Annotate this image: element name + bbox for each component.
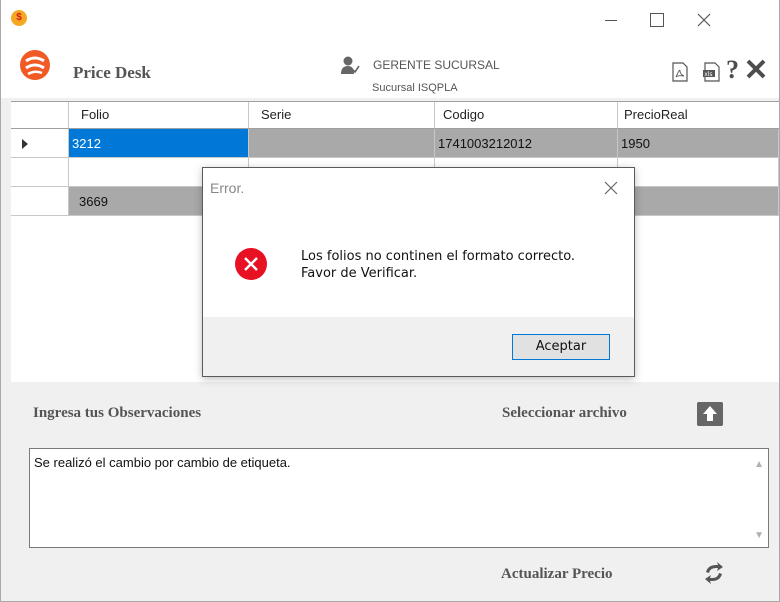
error-icon xyxy=(235,248,267,280)
observations-label: Ingresa tus Observaciones xyxy=(33,405,202,421)
maximize-button[interactable] xyxy=(634,0,680,38)
refresh-icon[interactable] xyxy=(702,561,726,585)
grid-header: Folio Serie Codigo PrecioReal xyxy=(11,102,779,129)
cell-precio-real[interactable]: 00 xyxy=(618,158,779,187)
row-header-corner xyxy=(11,102,69,128)
upload-icon[interactable] xyxy=(697,402,723,426)
cell-serie[interactable] xyxy=(249,129,435,158)
dialog-footer: Aceptar xyxy=(203,317,634,376)
dialog-close-icon[interactable] xyxy=(603,180,619,196)
column-header-folio[interactable]: Folio xyxy=(69,102,249,128)
dialog-message-line1: Los folios no continen el formato correc… xyxy=(301,249,576,264)
title-bar: $ xyxy=(1,0,779,38)
scroll-up-icon[interactable]: ▲ xyxy=(754,459,764,470)
minimize-icon xyxy=(605,19,617,21)
update-price-label[interactable]: Actualizar Precio xyxy=(501,566,613,583)
current-row-icon xyxy=(22,139,28,149)
dialog-message-line2: Favor de Verificar. xyxy=(301,266,418,281)
cell-folio[interactable]: 3212 xyxy=(69,129,249,158)
excel-icon[interactable]: xls xyxy=(702,62,720,82)
svg-text:xls: xls xyxy=(704,71,712,78)
table-row[interactable]: 3212 1741003212012 1950 xyxy=(11,129,779,158)
exit-icon[interactable] xyxy=(746,59,766,79)
window-close-button[interactable] xyxy=(681,0,727,38)
user-icon xyxy=(341,56,360,74)
row-selector[interactable] xyxy=(11,129,69,158)
column-header-serie[interactable]: Serie xyxy=(249,102,435,128)
help-icon[interactable]: ? xyxy=(726,55,739,85)
observations-textarea[interactable]: Se realizó el cambio por cambio de etiqu… xyxy=(29,448,769,548)
row-selector[interactable] xyxy=(11,187,69,216)
observations-text: Se realizó el cambio por cambio de etiqu… xyxy=(34,455,291,470)
close-icon xyxy=(697,13,711,27)
minimize-button[interactable] xyxy=(588,0,634,38)
app-icon: $ xyxy=(11,10,27,26)
row-selector[interactable] xyxy=(11,158,69,187)
select-file-label[interactable]: Seleccionar archivo xyxy=(502,405,627,422)
cell-codigo[interactable]: 1741003212012 xyxy=(435,129,618,158)
maximize-icon xyxy=(650,13,664,28)
accept-button[interactable]: Aceptar xyxy=(512,334,610,360)
app-title: Price Desk xyxy=(73,63,151,82)
cell-precio-real[interactable]: 4 xyxy=(618,187,779,216)
column-header-precio-real[interactable]: PrecioReal xyxy=(618,102,779,128)
logo-icon xyxy=(20,50,50,80)
pdf-icon[interactable] xyxy=(672,62,688,82)
cell-precio-real[interactable]: 1950 xyxy=(618,129,779,158)
column-header-codigo[interactable]: Codigo xyxy=(435,102,618,128)
app-window: $ Price Desk GERENTE SUCURSAL Sucursal I… xyxy=(0,0,780,602)
scroll-down-icon[interactable]: ▼ xyxy=(754,530,764,541)
observations-scrollbar[interactable]: ▲ ▼ xyxy=(751,449,768,547)
user-branch: Sucursal ISQPLA xyxy=(372,82,458,94)
dialog-title: Error. xyxy=(210,180,245,196)
user-role: GERENTE SUCURSAL xyxy=(373,58,500,72)
error-dialog: Error. Los folios no continen el formato… xyxy=(202,167,635,377)
app-header: Price Desk GERENTE SUCURSAL Sucursal ISQ… xyxy=(1,38,779,98)
